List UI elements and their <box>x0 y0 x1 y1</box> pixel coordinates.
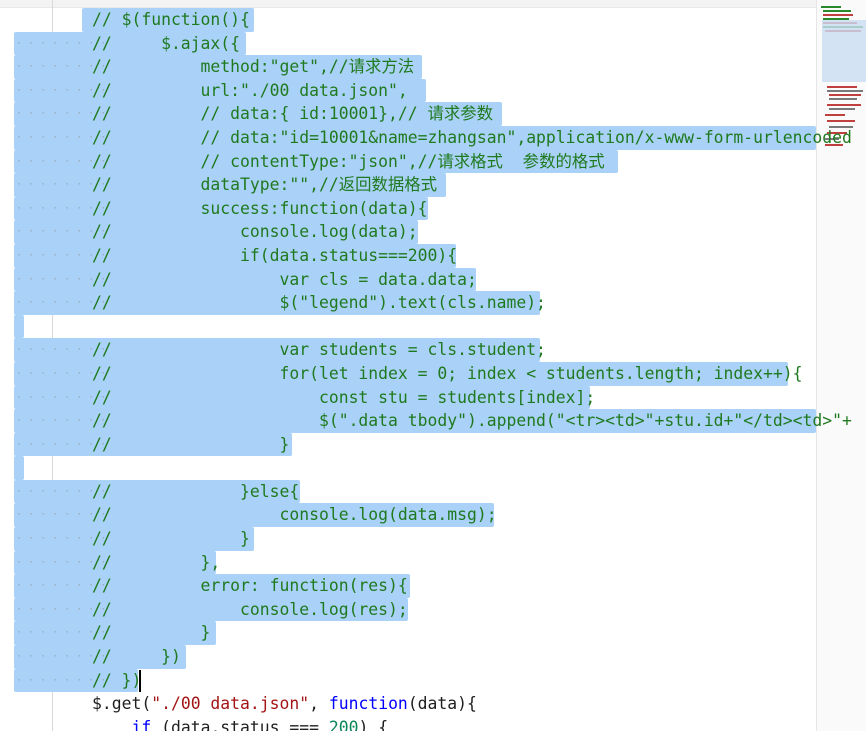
minimap-line <box>829 94 861 96</box>
minimap-line <box>821 6 841 8</box>
minimap-line <box>827 120 855 122</box>
code-text: $.get("./00 data.json", function(data){ <box>92 694 477 714</box>
code-line[interactable]: · · · · · · · ·// $(".data tbody").appen… <box>0 409 852 433</box>
minimap-slider[interactable] <box>822 20 866 82</box>
code-line[interactable]: · · · · · · · ·// console.log(res); <box>0 597 816 622</box>
code-text: // // data:"id=10001&name=zhangsan",appl… <box>92 127 852 147</box>
minimap-line <box>829 108 855 110</box>
code-text: // } <box>92 623 211 643</box>
code-text: // $(function(){ <box>92 10 250 29</box>
code-line[interactable]: · · · · · · · ·// url:"./00 data.json", <box>0 78 816 103</box>
code-line[interactable]: · · · · · · · ·// console.log(data); <box>0 220 816 244</box>
selection-highlight <box>14 314 24 339</box>
code-text: if (data.status === 200) { <box>131 717 389 731</box>
minimap-line <box>827 90 863 92</box>
code-line[interactable]: · · · · · · · ·// dataType:"",//返回数据格式 <box>0 173 816 197</box>
code-line[interactable]: · · · · · · · ·// }else{ <box>0 479 816 504</box>
code-line[interactable]: · · · · · · · ·// var students = cls.stu… <box>0 338 816 362</box>
code-text: // console.log(res); <box>92 599 408 619</box>
code-line[interactable]: · · · · · · · ·// } <box>0 621 816 646</box>
code-line[interactable]: · · · · · · · ·// }, <box>0 550 816 575</box>
code-text: // for(let index = 0; index < students.l… <box>92 363 803 383</box>
minimap[interactable] <box>816 0 866 731</box>
code-line[interactable]: · · · · · · · ·// const stu = students[i… <box>0 385 816 410</box>
code-line[interactable]: · · · · · · · ·// console.log(data.msg); <box>0 503 816 528</box>
code-text: // if(data.status===200){ <box>92 245 458 265</box>
minimap-line <box>823 10 851 12</box>
code-text: // console.log(data); <box>92 222 418 242</box>
code-line[interactable]: · · · · · · · ·// // data:"id=10001&name… <box>0 125 852 150</box>
code-line[interactable]: · · · · · · · ·// }) <box>0 668 816 693</box>
code-text: // var students = cls.student; <box>92 340 546 360</box>
minimap-line <box>823 14 853 16</box>
code-line[interactable]: $.get("./00 data.json", function(data){ <box>0 692 816 716</box>
code-line[interactable]: · · · · · · · ·// // data:{ id:10001},//… <box>0 102 816 126</box>
code-line[interactable]: // $(function(){ <box>0 8 816 32</box>
code-text: // } <box>92 434 290 454</box>
text-cursor <box>139 669 141 692</box>
code-line[interactable]: if (data.status === 200) { <box>0 716 816 731</box>
code-text: // }else{ <box>92 481 300 501</box>
code-line[interactable]: · · · · · · · ·// } <box>0 432 816 457</box>
code-line[interactable]: · · · · · · · ·// }) <box>0 645 816 669</box>
code-text: // // data:{ id:10001},// 请求参数 <box>92 104 494 124</box>
code-line[interactable] <box>0 314 816 339</box>
minimap-line <box>825 114 845 116</box>
code-text: // console.log(data.msg); <box>92 505 497 525</box>
code-line[interactable]: · · · · · · · ·// $.ajax({ <box>0 31 816 56</box>
code-line[interactable] <box>0 456 816 480</box>
selection-highlight <box>14 456 24 480</box>
code-text: // $(".data tbody").append("<tr><td>"+st… <box>92 411 852 431</box>
editor-top-strip <box>0 0 816 8</box>
code-line[interactable]: · · · · · · · ·// for(let index = 0; ind… <box>0 361 816 386</box>
code-text: // // contentType:"json",//请求格式 参数的格式 <box>92 151 605 171</box>
code-line[interactable]: · · · · · · · ·// error: function(res){ <box>0 574 816 598</box>
code-text: // } <box>92 529 250 549</box>
code-text: // }, <box>92 552 221 572</box>
code-text: // var cls = data.data; <box>92 269 477 289</box>
code-text: // $.ajax({ <box>92 33 241 53</box>
minimap-line <box>827 104 861 106</box>
code-text: // }) <box>92 670 142 690</box>
code-line[interactable]: · · · · · · · ·// } <box>0 527 816 551</box>
minimap-line <box>827 86 857 88</box>
minimap-line <box>829 98 857 100</box>
code-line[interactable]: · · · · · · · ·// success:function(data)… <box>0 196 816 221</box>
code-text: // success:function(data){ <box>92 198 428 218</box>
code-area[interactable]: // $(function(){ · · · · · · · ·// $.ajax… <box>0 8 852 731</box>
code-line[interactable]: · · · · · · · ·// // contentType:"json",… <box>0 149 816 174</box>
code-text: // }) <box>92 647 181 667</box>
code-text: // const stu = students[index]; <box>92 387 596 407</box>
code-text: // error: function(res){ <box>92 576 408 596</box>
code-line[interactable]: · · · · · · · ·// method:"get",//请求方法 <box>0 55 816 79</box>
code-line[interactable]: · · · · · · · ·// $("legend").text(cls.n… <box>0 291 816 315</box>
code-editor[interactable]: // $(function(){ · · · · · · · ·// $.ajax… <box>0 0 866 731</box>
code-text: // method:"get",//请求方法 <box>92 57 415 77</box>
code-text: // dataType:"",//返回数据格式 <box>92 175 438 195</box>
code-line[interactable]: · · · · · · · ·// var cls = data.data; <box>0 267 816 292</box>
code-text: // $("legend").text(cls.name); <box>92 293 546 313</box>
code-line[interactable]: · · · · · · · ·// if(data.status===200){ <box>0 243 816 268</box>
code-text: // url:"./00 data.json", <box>92 80 408 100</box>
